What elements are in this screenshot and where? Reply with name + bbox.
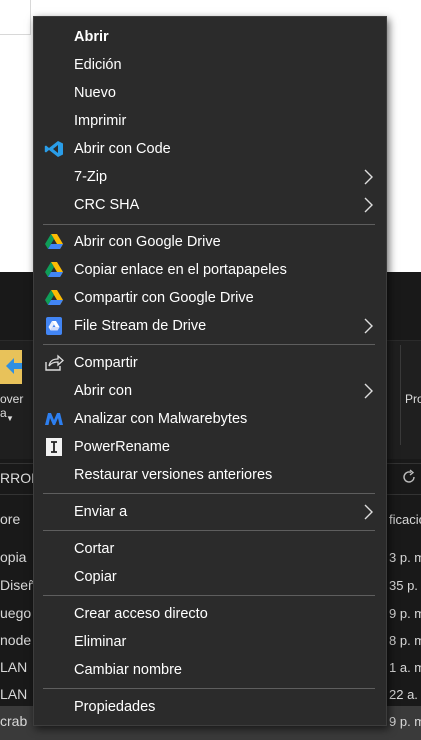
google-drive-icon bbox=[45, 262, 63, 277]
refresh-icon[interactable] bbox=[400, 468, 418, 486]
file-name-cell[interactable]: LAN bbox=[0, 659, 27, 675]
column-header-name[interactable]: ore bbox=[0, 511, 20, 527]
file-name-cell[interactable]: node bbox=[0, 632, 31, 648]
menu-separator bbox=[43, 530, 375, 531]
vscode-icon bbox=[44, 141, 63, 157]
chevron-right-icon bbox=[364, 504, 373, 520]
drive-file-stream-icon bbox=[46, 317, 62, 335]
menu-item-powerrename[interactable]: PowerRename bbox=[34, 433, 386, 461]
menu-item-rename[interactable]: Cambiar nombre bbox=[34, 656, 386, 684]
menu-item-open-with-code[interactable]: Abrir con Code bbox=[34, 135, 386, 163]
column-header-modified[interactable]: ficacio bbox=[389, 512, 421, 527]
menu-separator bbox=[43, 493, 375, 494]
chevron-right-icon bbox=[364, 169, 373, 185]
google-drive-icon bbox=[45, 234, 63, 249]
menu-item-share[interactable]: Compartir bbox=[34, 349, 386, 377]
menu-item-drive-file-stream[interactable]: File Stream de Drive bbox=[34, 312, 386, 340]
google-drive-icon bbox=[45, 290, 63, 305]
file-date-cell: 22 a. bbox=[389, 687, 418, 702]
menu-item-edit[interactable]: Edición bbox=[34, 51, 386, 79]
file-name-cell[interactable]: LAN bbox=[0, 686, 27, 702]
ribbon-move-caret[interactable]: ▼ bbox=[6, 414, 14, 423]
context-menu: Abrir Edición Nuevo Imprimir Abrir con C… bbox=[33, 16, 387, 726]
chevron-right-icon bbox=[364, 197, 373, 213]
file-date-cell: 1 a. m bbox=[389, 660, 421, 675]
menu-item-create-shortcut[interactable]: Crear acceso directo bbox=[34, 600, 386, 628]
menu-separator bbox=[43, 344, 375, 345]
menu-item-open[interactable]: Abrir bbox=[34, 23, 386, 51]
chevron-right-icon bbox=[364, 383, 373, 399]
background-panel-corner bbox=[0, 0, 31, 35]
file-date-cell: 9 p. m bbox=[389, 606, 421, 621]
menu-item-delete[interactable]: Eliminar bbox=[34, 628, 386, 656]
menu-item-malwarebytes[interactable]: Analizar con Malwarebytes bbox=[34, 405, 386, 433]
menu-item-copy[interactable]: Copiar bbox=[34, 563, 386, 591]
move-to-icon[interactable] bbox=[0, 348, 22, 388]
menu-item-print[interactable]: Imprimir bbox=[34, 107, 386, 135]
chevron-right-icon bbox=[364, 318, 373, 334]
file-date-cell: 3 p. m bbox=[389, 550, 421, 565]
menu-item-open-with[interactable]: Abrir con bbox=[34, 377, 386, 405]
file-name-cell[interactable]: uego bbox=[0, 605, 31, 621]
file-name-cell[interactable]: Diseñ bbox=[0, 577, 36, 593]
menu-item-7zip[interactable]: 7-Zip bbox=[34, 163, 386, 191]
menu-item-properties[interactable]: Propiedades bbox=[34, 693, 386, 721]
powerrename-icon bbox=[46, 438, 62, 456]
file-name-cell[interactable]: opia bbox=[0, 549, 26, 565]
file-date-cell: 8 p. m bbox=[389, 633, 421, 648]
menu-item-share-google-drive[interactable]: Compartir con Google Drive bbox=[34, 284, 386, 312]
menu-item-cut[interactable]: Cortar bbox=[34, 535, 386, 563]
menu-item-copy-link[interactable]: Copiar enlace en el portapapeles bbox=[34, 256, 386, 284]
malwarebytes-icon bbox=[45, 413, 63, 425]
file-date-cell: 35 p. bbox=[389, 578, 418, 593]
file-name-cell[interactable]: crab bbox=[0, 713, 27, 729]
ribbon-properties-label[interactable]: Pro bbox=[405, 392, 421, 406]
menu-separator bbox=[43, 224, 375, 225]
menu-separator bbox=[43, 688, 375, 689]
menu-separator bbox=[43, 595, 375, 596]
menu-item-crc-sha[interactable]: CRC SHA bbox=[34, 191, 386, 219]
menu-item-new[interactable]: Nuevo bbox=[34, 79, 386, 107]
menu-item-open-google-drive[interactable]: Abrir con Google Drive bbox=[34, 228, 386, 256]
share-icon bbox=[45, 354, 64, 371]
file-date-cell: 9 p. m bbox=[389, 714, 421, 729]
ribbon-divider bbox=[400, 345, 401, 445]
menu-item-send-to[interactable]: Enviar a bbox=[34, 498, 386, 526]
menu-item-restore-versions[interactable]: Restaurar versiones anteriores bbox=[34, 461, 386, 489]
